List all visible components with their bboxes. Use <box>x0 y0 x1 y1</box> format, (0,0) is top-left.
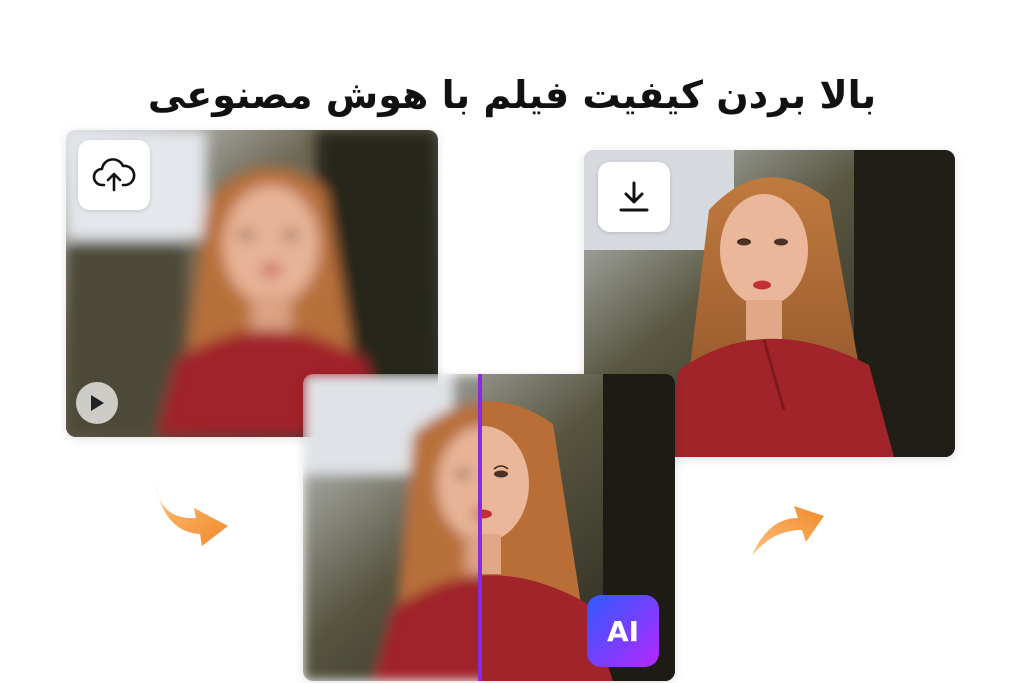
comparison-divider[interactable] <box>478 374 482 681</box>
comparison-card: AI <box>303 374 675 681</box>
play-icon <box>91 395 104 411</box>
download-button[interactable] <box>598 162 670 232</box>
curved-arrow-up-icon <box>752 506 824 556</box>
ai-badge: AI <box>587 595 659 667</box>
curved-arrow-right-icon <box>156 484 228 546</box>
cloud-upload-icon <box>92 158 136 192</box>
page-title: بالا بردن کیفیت فیلم با هوش مصنوعی <box>147 73 877 118</box>
download-icon <box>619 181 649 212</box>
play-button[interactable] <box>76 382 118 424</box>
upload-button[interactable] <box>78 140 150 210</box>
